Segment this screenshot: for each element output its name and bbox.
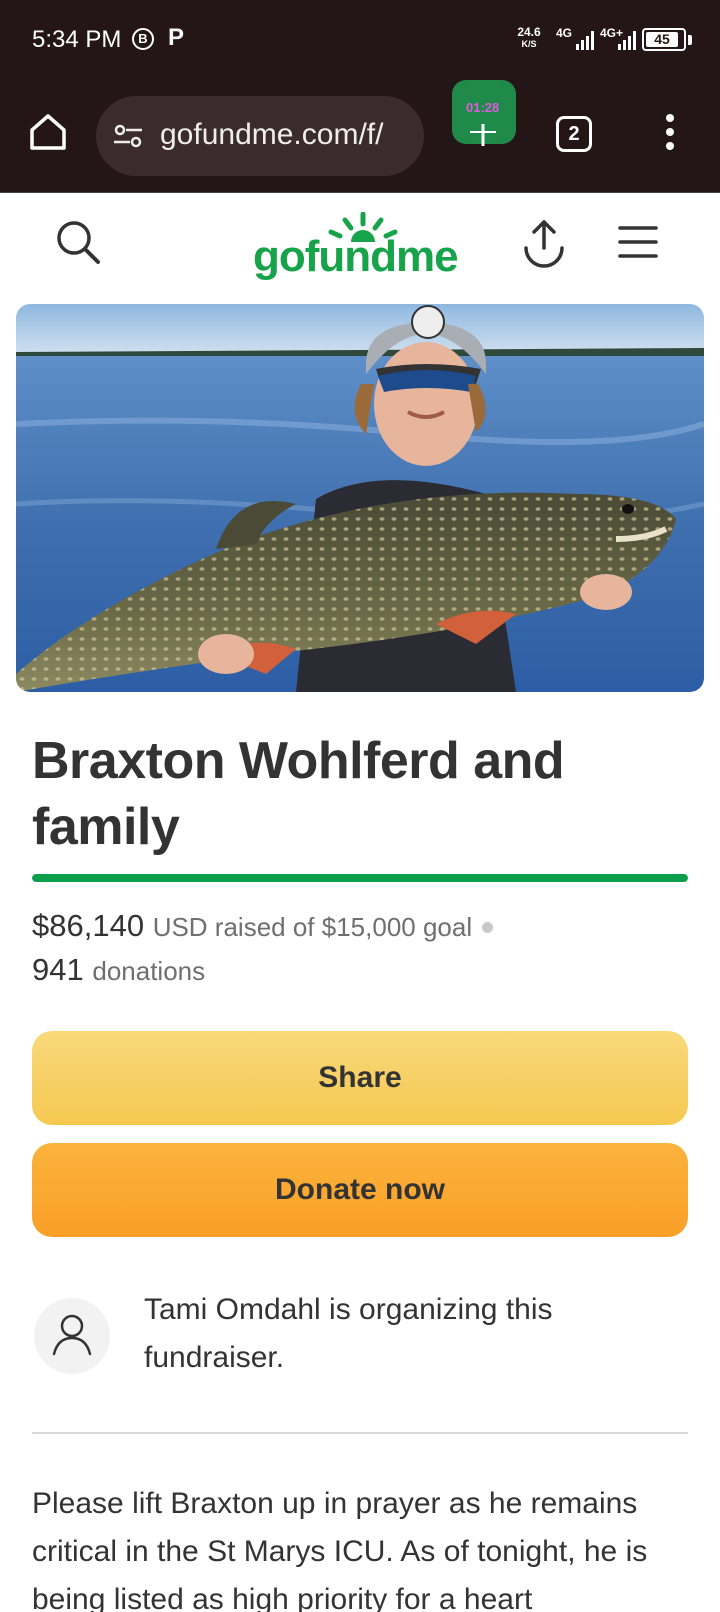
user-icon xyxy=(52,1314,92,1356)
status-bar: 5:34 PM B P 24.6 K/S 4G 4G+ 45 xyxy=(0,0,720,80)
extension-icon[interactable]: 01:28 xyxy=(452,80,516,146)
organizer-info: Tami Omdahl is organizing this fundraise… xyxy=(144,1293,553,1374)
donate-now-button[interactable]: Donate now xyxy=(32,1143,688,1237)
hamburger-icon[interactable] xyxy=(618,224,658,260)
raised-amount: $86,140 xyxy=(32,908,145,943)
search-icon[interactable] xyxy=(54,218,104,268)
campaign-story: Please lift Braxton up in prayer as he r… xyxy=(32,1487,648,1612)
campaign-photo[interactable] xyxy=(16,304,704,692)
battery-tip xyxy=(688,35,692,45)
raised-label: USD raised of $15,000 goal xyxy=(152,912,473,942)
network-speed-unit: K/S xyxy=(521,39,537,49)
separator-dot xyxy=(482,922,494,934)
signal-2-icon xyxy=(618,30,636,50)
battery-level: 45 xyxy=(646,32,678,47)
gofundme-logo[interactable]: gofundme xyxy=(253,212,469,282)
tab-switcher-button[interactable]: 2 xyxy=(556,116,592,152)
amount-raised: $86,140 USD raised of $15,000 goal xyxy=(32,908,494,944)
network-type-1: 4G xyxy=(556,26,573,40)
notification-b-icon: B xyxy=(132,28,154,50)
extension-plus-icon xyxy=(470,124,496,146)
status-time: 5:34 PM xyxy=(32,26,122,53)
browser-toolbar: gofundme.com/f/ 01:28 2 xyxy=(0,80,720,193)
notification-p-icon: P xyxy=(168,24,185,51)
network-speed: 24.6 K/S xyxy=(512,26,546,50)
share-button[interactable]: Share xyxy=(32,1031,688,1125)
network-speed-value: 24.6 xyxy=(517,25,541,39)
funding-progress-bar xyxy=(32,874,688,882)
donation-count-line: 941 donations xyxy=(32,952,205,988)
battery-icon: 45 xyxy=(642,28,686,51)
site-header: gofundme xyxy=(0,194,720,294)
donations-label[interactable]: donations xyxy=(92,956,205,986)
tune-icon[interactable] xyxy=(112,120,144,152)
organizer-avatar xyxy=(34,1298,110,1374)
extension-badge: 01:28 xyxy=(466,100,500,115)
more-options-icon[interactable] xyxy=(658,110,682,154)
section-divider xyxy=(32,1432,688,1434)
home-icon[interactable] xyxy=(26,110,70,154)
logo-text: gofundme xyxy=(253,232,459,281)
signal-1-icon xyxy=(576,30,594,50)
address-bar[interactable]: gofundme.com/f/ xyxy=(96,96,424,176)
funding-progress-fill xyxy=(32,874,688,882)
share-upload-icon[interactable] xyxy=(522,218,566,268)
donation-count: 941 xyxy=(32,952,84,987)
url-text[interactable]: gofundme.com/f/ xyxy=(160,118,383,152)
campaign-title: Braxton Wohlferd and family xyxy=(32,732,565,856)
